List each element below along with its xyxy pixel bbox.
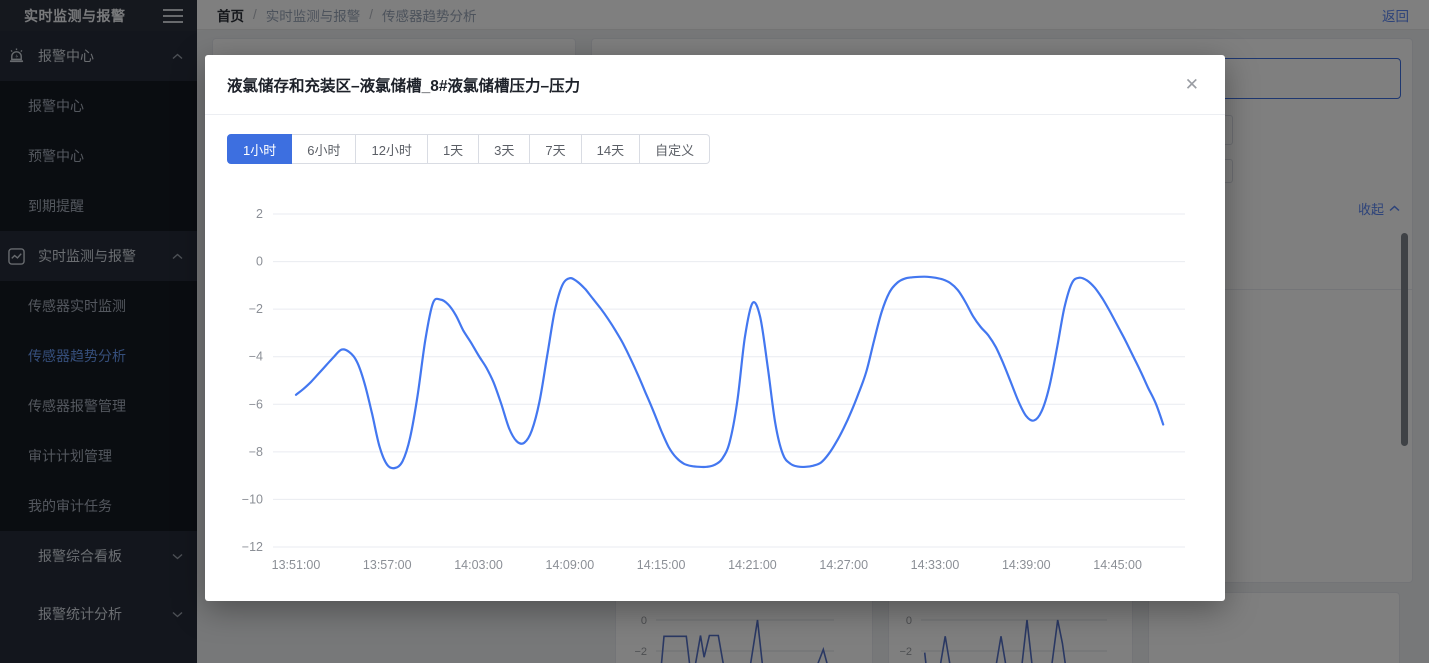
tab-custom[interactable]: 自定义 [640, 134, 710, 164]
svg-text:14:03:00: 14:03:00 [454, 558, 503, 572]
tab-1hour[interactable]: 1小时 [227, 134, 292, 164]
svg-text:−8: −8 [249, 445, 263, 459]
svg-text:0: 0 [256, 255, 263, 269]
svg-text:−4: −4 [249, 350, 263, 364]
tab-3days[interactable]: 3天 [479, 134, 530, 164]
svg-text:14:09:00: 14:09:00 [546, 558, 595, 572]
svg-text:2: 2 [256, 207, 263, 221]
svg-text:−6: −6 [249, 397, 263, 411]
tab-14days[interactable]: 14天 [582, 134, 640, 164]
tab-12hours[interactable]: 12小时 [356, 134, 427, 164]
svg-text:13:57:00: 13:57:00 [363, 558, 412, 572]
svg-text:14:27:00: 14:27:00 [819, 558, 868, 572]
dialog-title: 液氯储存和充装区–液氯储槽_8#液氯储槽压力–压力 [227, 74, 1181, 96]
tab-7days[interactable]: 7天 [530, 134, 581, 164]
svg-text:14:15:00: 14:15:00 [637, 558, 686, 572]
close-icon[interactable]: ✕ [1181, 72, 1203, 97]
svg-text:−12: −12 [242, 540, 263, 554]
time-range-tabs: 1小时 6小时 12小时 1天 3天 7天 14天 自定义 [227, 134, 710, 164]
svg-text:14:45:00: 14:45:00 [1093, 558, 1142, 572]
tab-6hours[interactable]: 6小时 [292, 134, 356, 164]
svg-text:−10: −10 [242, 492, 263, 506]
trend-analysis-dialog: 液氯储存和充装区–液氯储槽_8#液氯储槽压力–压力 ✕ 1小时 6小时 12小时… [205, 55, 1225, 601]
svg-text:14:21:00: 14:21:00 [728, 558, 777, 572]
tab-1day[interactable]: 1天 [428, 134, 479, 164]
svg-text:−2: −2 [249, 302, 263, 316]
dialog-header: 液氯储存和充装区–液氯储槽_8#液氯储槽压力–压力 ✕ [205, 55, 1225, 115]
svg-text:14:33:00: 14:33:00 [911, 558, 960, 572]
svg-text:13:51:00: 13:51:00 [272, 558, 321, 572]
app-window: 实时监测与报警 报警中心 [0, 0, 1429, 663]
svg-text:14:39:00: 14:39:00 [1002, 558, 1051, 572]
